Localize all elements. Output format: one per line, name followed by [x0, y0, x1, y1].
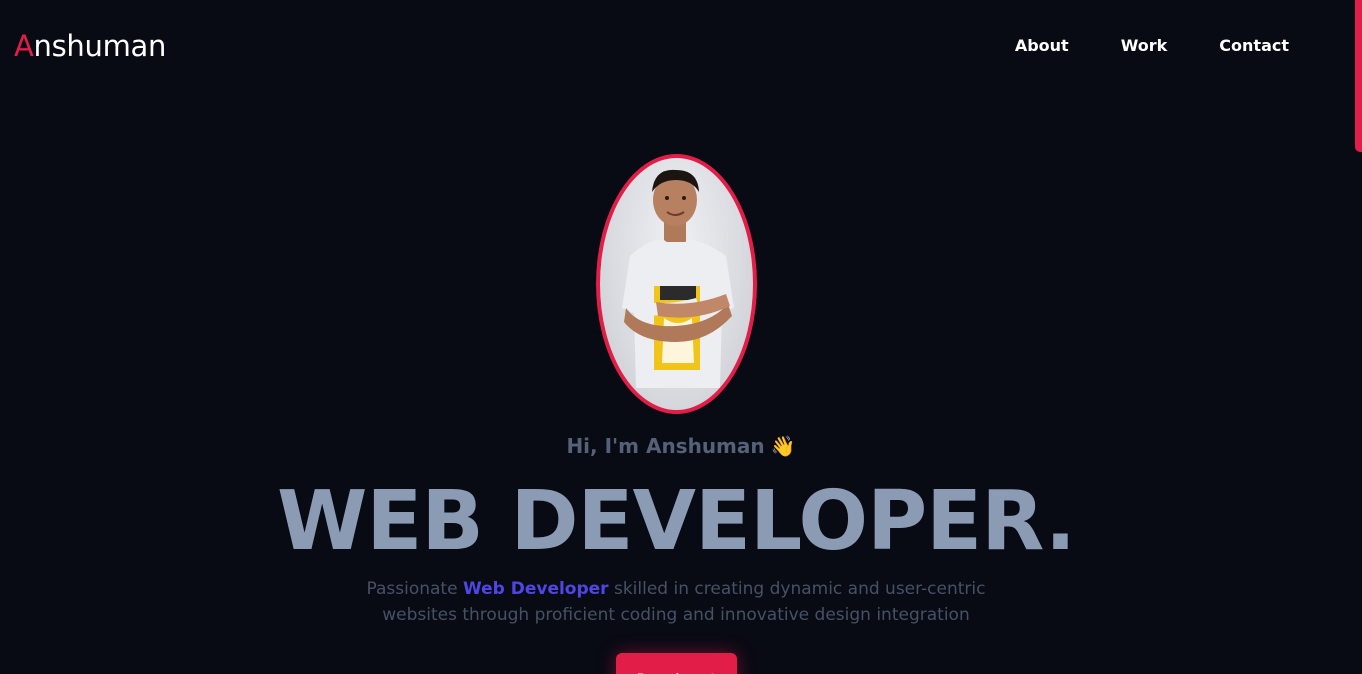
- scroll-progress-indicator: [1355, 0, 1362, 152]
- logo-initial: A: [14, 29, 34, 63]
- profile-photo-illustration: [622, 169, 734, 388]
- nav-contact[interactable]: Contact: [1219, 35, 1289, 57]
- hero-description: Passionate Web Developer skilled in crea…: [356, 576, 996, 628]
- profile-photo: [596, 154, 757, 414]
- hero-headline: WEB DEVELOPER.: [276, 474, 1076, 569]
- greeting-text: Hi, I'm Anshuman: [566, 434, 765, 458]
- description-prefix: Passionate: [366, 579, 458, 599]
- logo[interactable]: Anshuman: [14, 29, 166, 63]
- hero-greeting: Hi, I'm Anshuman 👋: [0, 432, 1362, 460]
- reach-out-button[interactable]: Reach out: [616, 653, 737, 674]
- nav-about[interactable]: About: [1015, 35, 1069, 57]
- main-nav: About Work Contact: [1015, 35, 1289, 57]
- description-highlight: Web Developer: [462, 579, 609, 599]
- logo-text: nshuman: [33, 29, 167, 63]
- page: Anshuman About Work Contact Hi, I'm Ansh…: [0, 0, 1362, 674]
- waving-hand-icon: 👋: [770, 434, 796, 458]
- nav-work[interactable]: Work: [1121, 35, 1168, 57]
